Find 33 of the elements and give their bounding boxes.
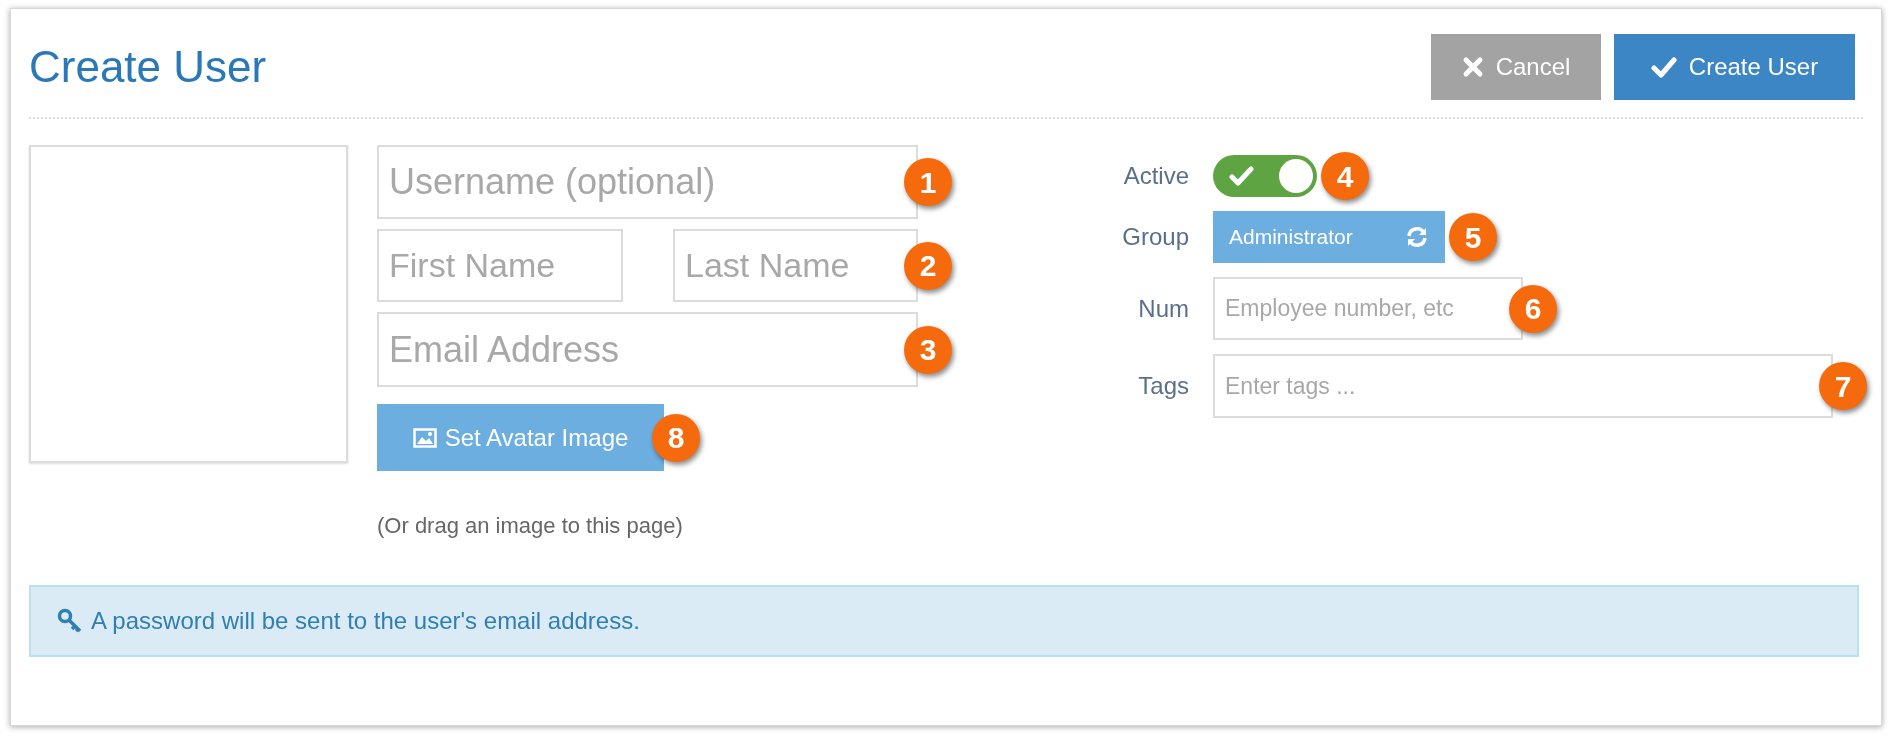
image-icon <box>412 427 437 448</box>
field-label: Group <box>1121 222 1189 252</box>
refresh-icon <box>1405 225 1429 249</box>
group-button[interactable]: Administrator <box>1213 211 1445 263</box>
active-toggle[interactable] <box>1213 155 1317 197</box>
field-label: Num <box>1137 293 1189 324</box>
callout-badge: 2 <box>904 241 952 290</box>
callout-badge: 8 <box>652 413 700 462</box>
key-icon <box>57 608 83 634</box>
callout-badge: 5 <box>1449 213 1497 261</box>
check-icon <box>1650 56 1677 78</box>
first-name-field[interactable]: First Name <box>377 229 623 302</box>
callout-badge: 3 <box>904 325 952 374</box>
email-field[interactable]: Email Address <box>377 312 918 387</box>
callout-badge: 1 <box>904 158 952 206</box>
callout-badge: 7 <box>1819 362 1867 410</box>
username-field[interactable]: Username (optional) <box>377 145 918 219</box>
close-icon <box>1461 56 1484 78</box>
drag-hint: (Or drag an image to this page) <box>377 512 684 540</box>
set-avatar-button[interactable]: Set Avatar Image <box>377 404 664 471</box>
notice-text: A password will be sent to the user's email address. <box>91 606 640 636</box>
page-title: Create User <box>29 41 267 93</box>
callout-badge: 6 <box>1509 284 1557 333</box>
last-name-field[interactable]: Last Name <box>673 229 918 302</box>
tags-field[interactable]: Enter tags ... <box>1213 354 1833 418</box>
callout-badge: 4 <box>1321 152 1369 200</box>
num-field[interactable]: Employee number, etc <box>1213 277 1523 340</box>
check-icon <box>1229 166 1255 186</box>
cancel-button[interactable]: Cancel <box>1431 34 1601 100</box>
toggle-knob <box>1279 159 1313 193</box>
field-label: Tags <box>1137 371 1189 401</box>
create-user-button[interactable]: Create User <box>1614 34 1855 100</box>
field-label: Active <box>1122 161 1189 191</box>
